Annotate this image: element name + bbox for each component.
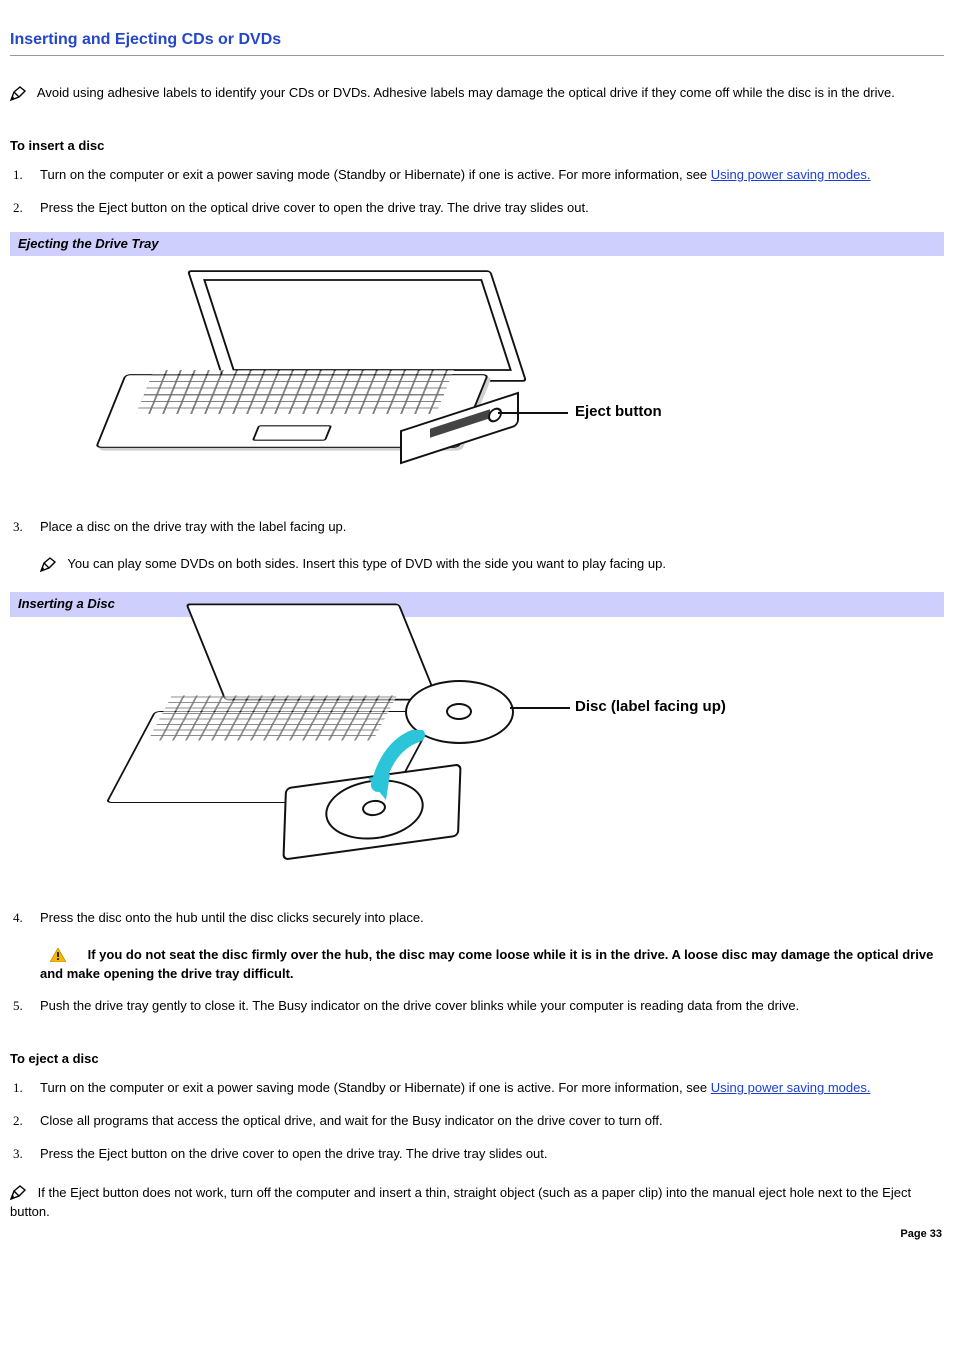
eject-heading: To eject a disc: [10, 1050, 944, 1069]
disc-label: Disc (label facing up): [575, 698, 726, 715]
step4-warning-text: If you do not seat the disc firmly over …: [40, 947, 933, 981]
step3-note: You can play some DVDs on both sides. In…: [40, 555, 944, 574]
eject-step-1-text: Turn on the computer or exit a power sav…: [40, 1080, 711, 1095]
title-rule: [10, 55, 944, 56]
figure-insert-disc: Disc (label facing up): [10, 617, 944, 909]
callout-eject-tray: Ejecting the Drive Tray: [10, 232, 944, 257]
eject-end-note: If the Eject button does not work, turn …: [10, 1184, 944, 1222]
pencil-note-icon: [40, 557, 60, 573]
power-modes-link-2[interactable]: Using power saving modes.: [711, 1080, 871, 1095]
page-number: Page 33: [900, 1227, 942, 1243]
laptop-illustration-1: Eject button: [90, 264, 710, 494]
page-title: Inserting and Ejecting CDs or DVDs: [10, 28, 944, 51]
step4-warning: If you do not seat the disc firmly over …: [40, 946, 944, 984]
intro-note: Avoid using adhesive labels to identify …: [10, 84, 944, 103]
insert-steps-cont: Place a disc on the drive tray with the …: [26, 518, 944, 574]
eject-step-1: Turn on the computer or exit a power sav…: [26, 1079, 944, 1098]
eject-button-label: Eject button: [575, 403, 662, 420]
power-modes-link[interactable]: Using power saving modes.: [711, 167, 871, 182]
step3-note-text: You can play some DVDs on both sides. In…: [67, 556, 666, 571]
insert-steps: Turn on the computer or exit a power sav…: [26, 166, 944, 218]
insert-heading: To insert a disc: [10, 137, 944, 156]
warning-icon: [50, 948, 66, 962]
pencil-note-icon: [10, 86, 30, 102]
insert-step-4: Press the disc onto the hub until the di…: [26, 909, 944, 984]
pencil-note-icon: [10, 1185, 30, 1201]
insert-step-3: Place a disc on the drive tray with the …: [26, 518, 944, 574]
insert-step-1: Turn on the computer or exit a power sav…: [26, 166, 944, 185]
insert-arrow-icon: [368, 730, 438, 810]
laptop-illustration-2: Disc (label facing up): [130, 625, 770, 885]
insert-step-1-text: Turn on the computer or exit a power sav…: [40, 167, 711, 182]
eject-step-3: Press the Eject button on the drive cove…: [26, 1145, 944, 1164]
eject-step-2: Close all programs that access the optic…: [26, 1112, 944, 1131]
insert-steps-cont2: Press the disc onto the hub until the di…: [26, 909, 944, 1016]
callout-insert-disc: Inserting a Disc: [10, 592, 944, 617]
insert-step-2: Press the Eject button on the optical dr…: [26, 199, 944, 218]
insert-step-3-text: Place a disc on the drive tray with the …: [40, 519, 346, 534]
insert-step-4-text: Press the disc onto the hub until the di…: [40, 910, 424, 925]
eject-end-note-text: If the Eject button does not work, turn …: [10, 1185, 911, 1219]
figure-eject-tray: Eject button: [10, 256, 944, 518]
intro-note-text: Avoid using adhesive labels to identify …: [37, 85, 895, 100]
insert-step-5: Push the drive tray gently to close it. …: [26, 997, 944, 1016]
eject-steps: Turn on the computer or exit a power sav…: [26, 1079, 944, 1164]
